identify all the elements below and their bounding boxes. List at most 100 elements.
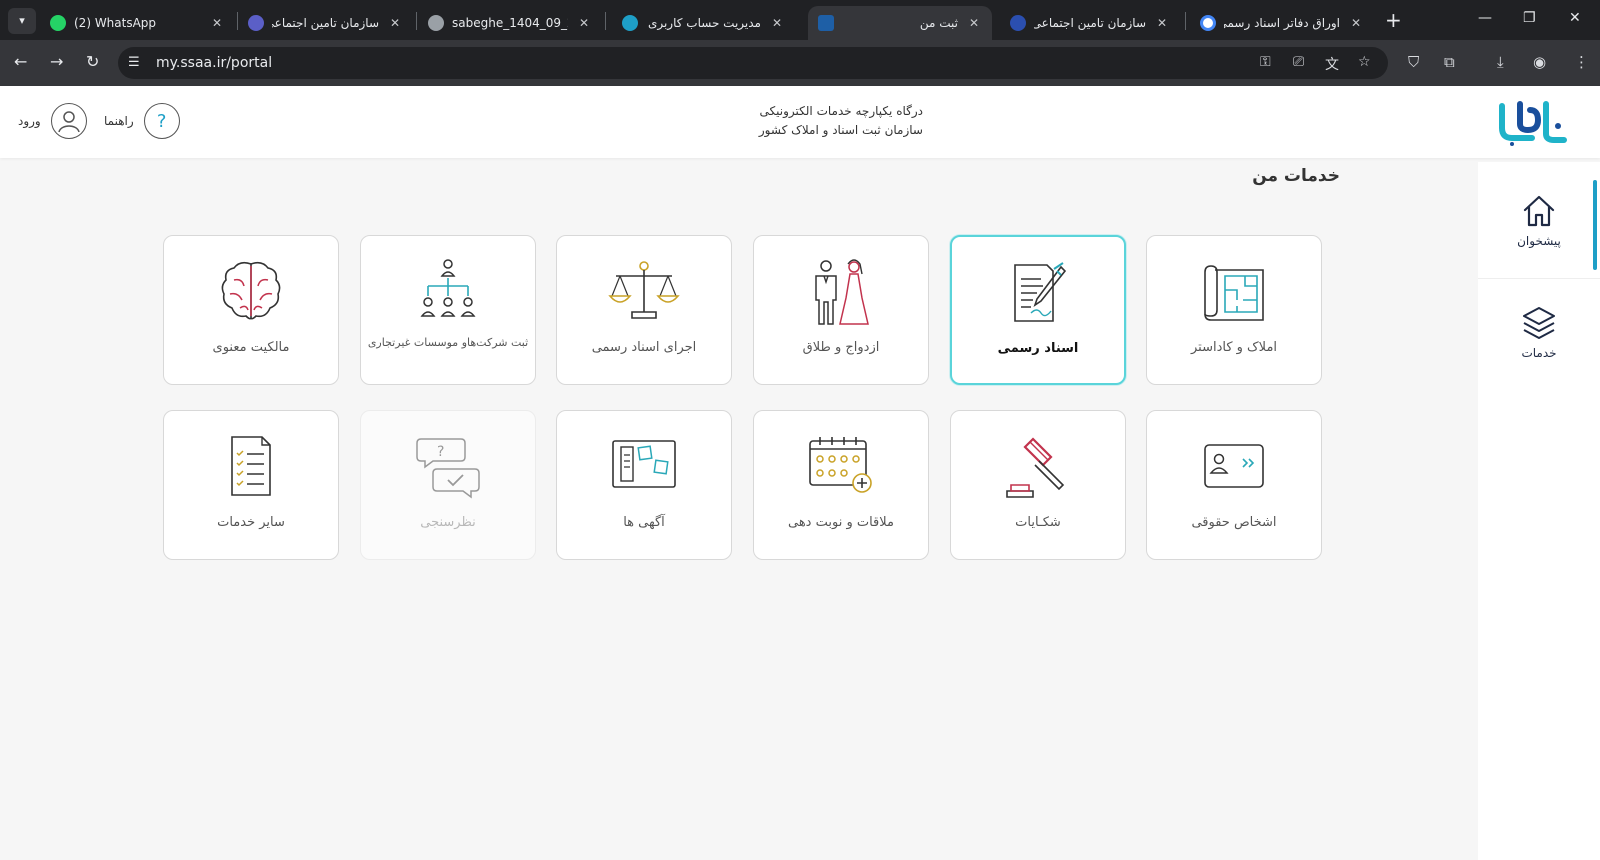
shield-icon[interactable]: ⛉ [1408,53,1419,71]
service-card-document-enforcement[interactable]: اجرای اسناد رسمی [556,235,732,385]
browser-tab-ssa[interactable]: سازمان تامین اجتماعی - ✕ [238,6,413,40]
sidebar-item-dashboard[interactable]: پیشخوان [1478,162,1600,272]
sidebar: پیشخوان خدمات [1478,162,1600,860]
tab-title: سازمان تامین اجتماعی - [272,16,379,30]
service-card-announcements[interactable]: آگهی ها [556,410,732,560]
portal-title: درگاه یکپارچه خدمات الکترونیکی سازمان ثب… [700,102,923,140]
browser-tab-sabtman[interactable]: ثبت من ✕ [808,6,992,40]
minimize-button[interactable]: — [1478,10,1492,26]
address-bar[interactable]: ☰ my.ssaa.ir/portal ⚿ ⎚ 文 ☆ [118,47,1388,79]
browser-tab-ssa-2[interactable]: سازمان تامین اجتماعی ✕ [1000,6,1180,40]
google-icon [1200,15,1216,31]
service-card-company-registration[interactable]: ثبت شرکت‌هاو موسسات غیرتجاری [360,235,536,385]
close-icon[interactable]: ✕ [1348,16,1364,30]
service-card-other-services[interactable]: سایر خدمات [163,410,339,560]
browser-tab-whatsapp[interactable]: (2) WhatsApp ✕ [40,6,235,40]
card-label: مالکیت معنوی [212,340,290,355]
service-card-intellectual-property[interactable]: مالکیت معنوی [163,235,339,385]
help-label: راهنما [104,114,134,128]
tab-separator [416,12,417,30]
star-icon[interactable]: ☆ [1358,54,1371,70]
install-app-icon[interactable]: ⎚ [1293,54,1304,70]
card-label: اجرای اسناد رسمی [591,340,697,355]
globe-icon [428,15,444,31]
card-label: شکـایات [1015,515,1061,530]
id-card-icon [1204,444,1264,488]
back-button[interactable]: ← [14,52,27,71]
close-icon[interactable]: ✕ [387,16,403,30]
browser-toolbar: ← → ↻ ☰ my.ssaa.ir/portal ⚿ ⎚ 文 ☆ ⛉ ⧉ ⤓ … [0,40,1600,86]
service-card-complaints[interactable]: شکـایات [950,410,1126,560]
tab-separator [1185,12,1186,30]
close-icon[interactable]: ✕ [769,16,785,30]
new-tab-button[interactable]: + [1385,9,1402,31]
tab-search-button[interactable]: ▾ [8,8,36,34]
login-button[interactable]: ورود [18,102,87,140]
url-text[interactable]: my.ssaa.ir/portal [156,55,272,71]
browser-tab-pdf[interactable]: sabeghe_1404_09_29.p ✕ [418,6,602,40]
key-icon[interactable]: ⚿ [1260,54,1271,70]
whatsapp-icon [50,15,66,31]
layers-icon [1523,307,1555,339]
service-card-official-documents[interactable]: اسناد رسمی [950,235,1126,385]
survey-icon: ? [416,438,480,499]
card-label: نظرسنجی [420,515,476,530]
browser-tab-account[interactable]: مدیریت حساب کاربری | د ✕ [612,6,795,40]
login-label: ورود [18,114,41,128]
home-icon [1523,195,1555,227]
reload-button[interactable]: ↻ [86,52,99,71]
card-label: اشخاص حقوقی [1191,515,1277,530]
ssa-icon [248,15,264,31]
close-icon[interactable]: ✕ [209,16,225,30]
tab-title: سازمان تامین اجتماعی [1034,16,1146,30]
scales-icon [608,261,680,319]
org-chart-icon [420,259,476,317]
tab-separator [605,12,606,30]
card-label: سایر خدمات [217,515,285,530]
gavel-icon [1006,437,1065,498]
card-label: آگهی ها [623,515,665,530]
sabtman-logo[interactable] [1498,98,1570,146]
bride-groom-icon [815,259,869,325]
calendar-add-icon [809,437,872,493]
site-header: ورود ? راهنما درگاه یکپارچه خدمات الکترو… [0,86,1600,158]
tab-title: sabeghe_1404_09_29.p [452,16,568,30]
forward-button[interactable]: → [50,52,63,71]
close-icon[interactable]: ✕ [576,16,592,30]
browser-menu-icon[interactable]: ⋮ [1574,53,1589,71]
close-icon[interactable]: ✕ [1154,16,1170,30]
sidebar-item-services[interactable]: خدمات [1478,274,1600,384]
window-close-button[interactable]: ✕ [1569,10,1581,26]
browser-tab-strip: ▾ (2) WhatsApp ✕ سازمان تامین اجتماعی - … [0,0,1600,40]
service-card-appointments[interactable]: ملاقات و نوبت دهی [753,410,929,560]
tab-title: ثبت من [919,16,958,30]
portal-title-line1: درگاه یکپارچه خدمات الکترونیکی [759,104,923,118]
card-label: اسناد رسمی [997,341,1079,356]
notice-board-icon [612,440,676,488]
extensions-icon[interactable]: ⧉ [1444,53,1455,71]
card-label: ثبت شرکت‌هاو موسسات غیرتجاری [367,336,529,349]
profile-icon[interactable]: ◉ [1533,53,1546,71]
service-card-marriage-divorce[interactable]: ازدواج و طلاق [753,235,929,385]
tab-title: اوراق دفاتر اسناد رسمی [1224,16,1340,30]
sabtman-icon [818,15,834,31]
service-card-legal-entities[interactable]: اشخاص حقوقی [1146,410,1322,560]
download-icon[interactable]: ⤓ [1497,53,1504,71]
card-label: املاک و کاداستر [1190,340,1278,355]
site-info-icon[interactable]: ☰ [128,55,140,70]
service-card-cadastre[interactable]: املاک و کاداستر [1146,235,1322,385]
browser-tab-google[interactable]: اوراق دفاتر اسناد رسمی ✕ [1190,6,1374,40]
portal-title-line2: سازمان ثبت اسناد و املاک کشور [758,123,923,137]
checklist-icon [231,436,271,496]
sso-icon [622,15,638,31]
page-title: خدمات من [1252,166,1340,186]
card-label: ازدواج و طلاق [802,340,880,355]
tab-title: (2) WhatsApp [74,16,157,30]
help-button[interactable]: ? راهنما [104,102,180,140]
close-icon[interactable]: ✕ [966,16,982,30]
service-card-survey: ? نظرسنجی [360,410,536,560]
sidebar-item-label: خدمات [1521,346,1557,360]
user-icon [50,103,87,139]
translate-icon[interactable]: 文 [1325,54,1339,74]
restore-button[interactable]: ❐ [1523,10,1536,26]
